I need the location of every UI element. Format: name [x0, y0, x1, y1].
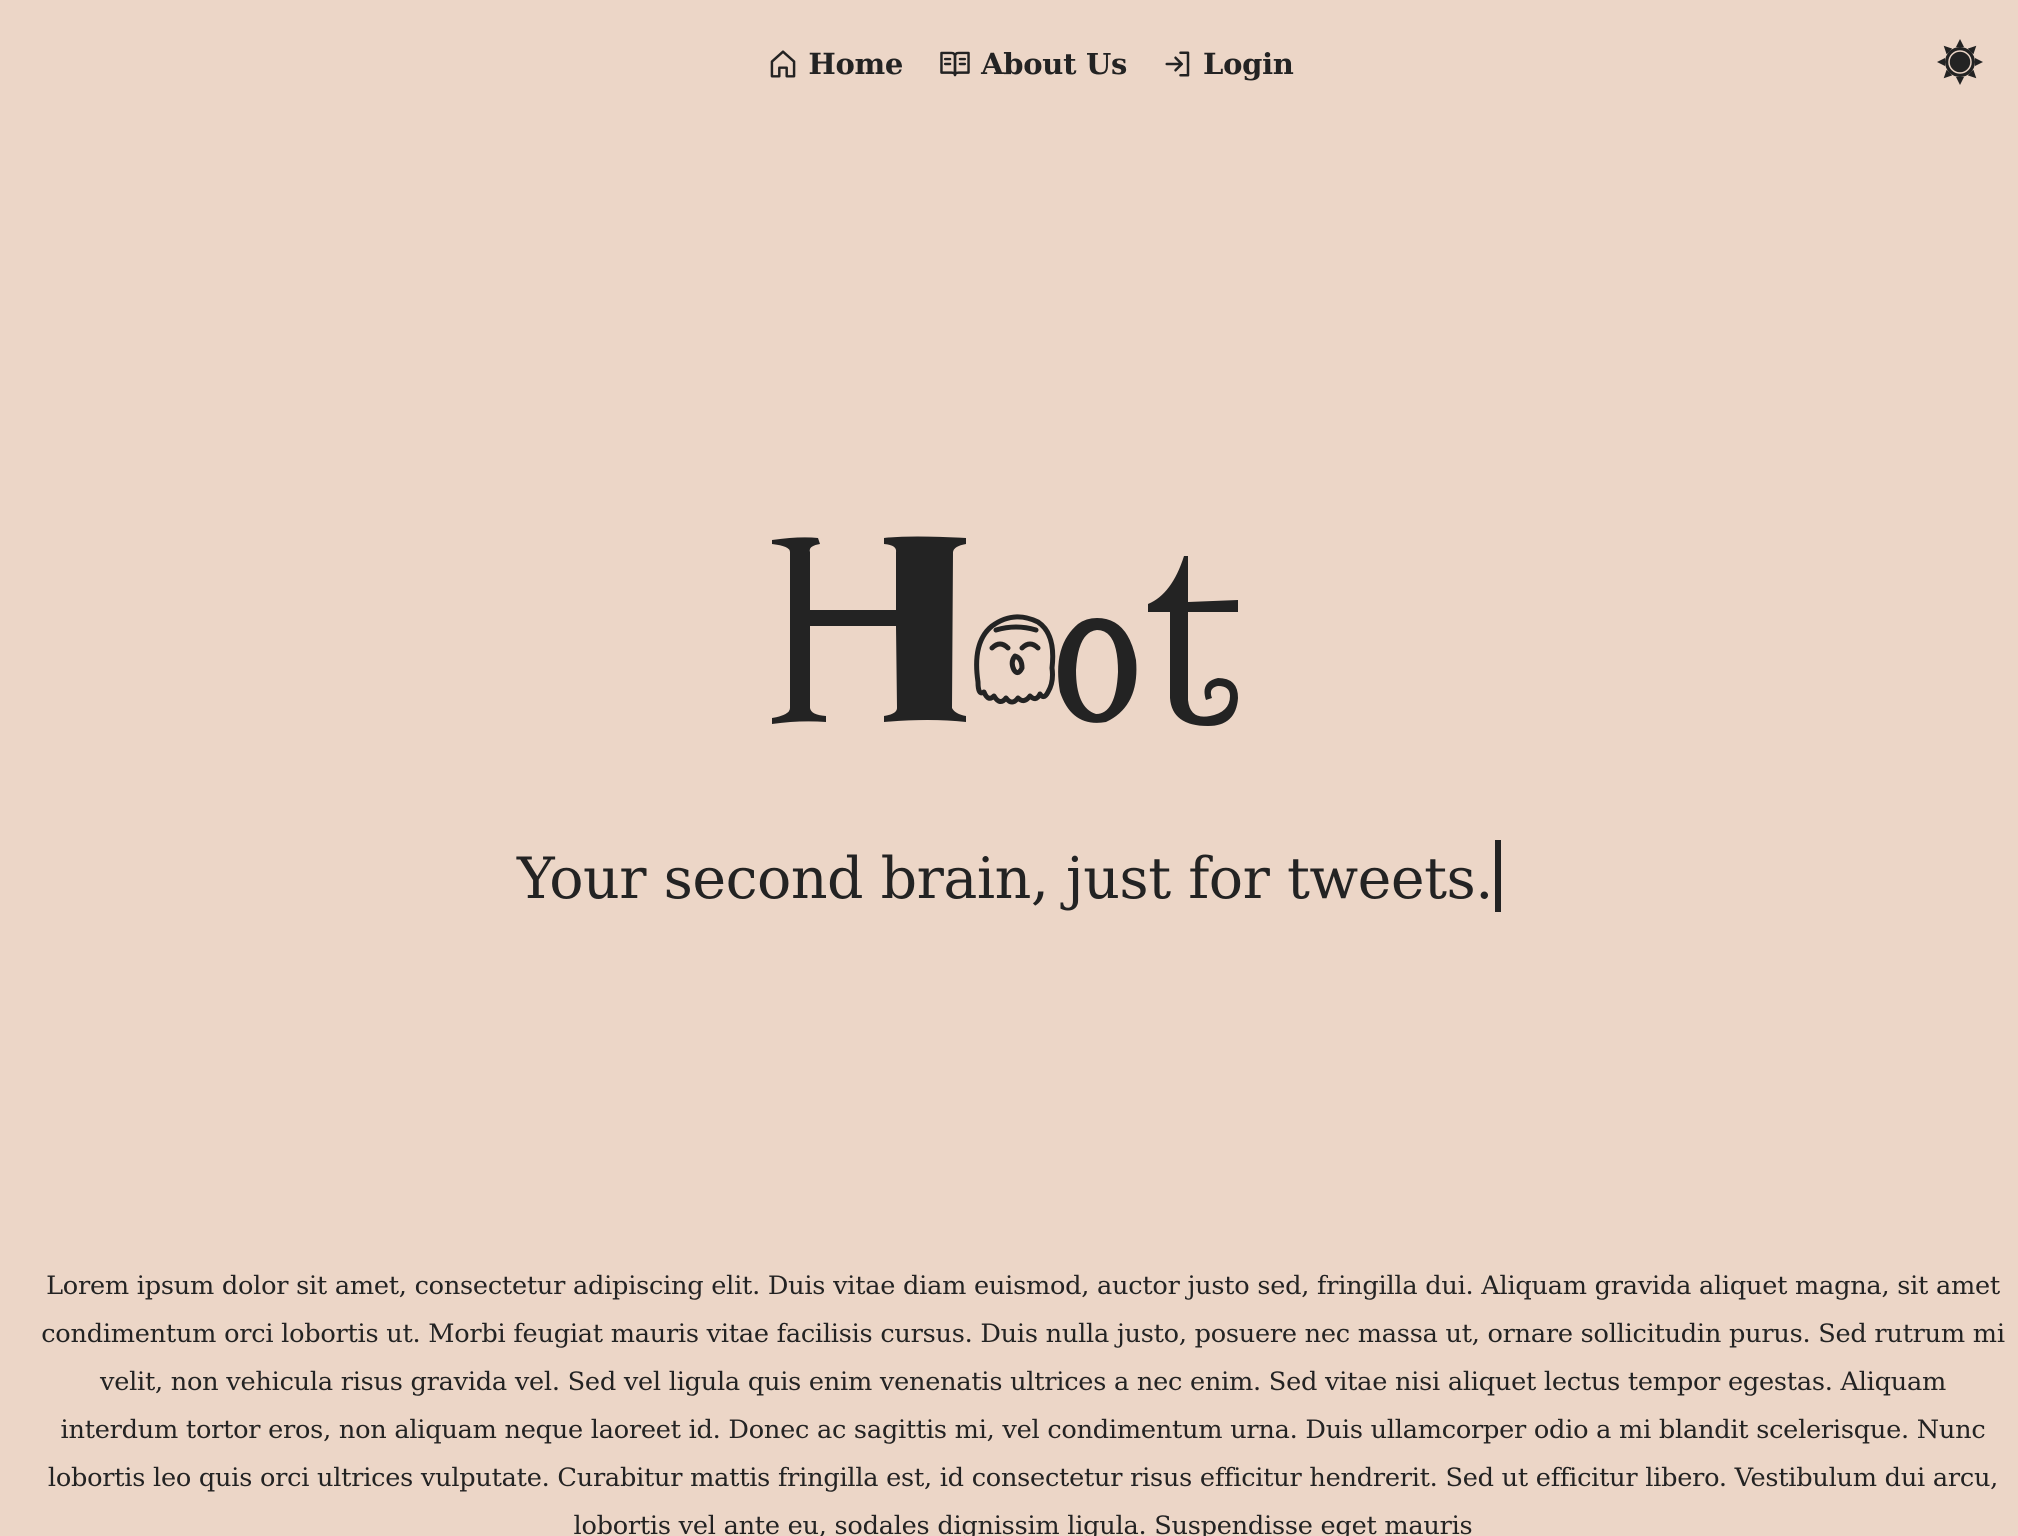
nav-item-about-us[interactable]: About Us	[939, 47, 1127, 81]
hero-tagline-wrap: Your second brain, just for tweets.	[0, 840, 2018, 912]
theme-toggle-button[interactable]	[1936, 38, 1984, 86]
nav-label-home: Home	[808, 47, 904, 81]
book-icon	[940, 51, 970, 77]
hoot-logo	[760, 530, 1280, 730]
body-paragraph: Lorem ipsum dolor sit amet, consectetur …	[41, 1271, 2005, 1536]
login-icon	[1165, 51, 1190, 77]
sun-icon	[1937, 39, 1983, 85]
top-nav: Home About Us Login	[0, 38, 2018, 90]
typing-caret	[1494, 840, 1501, 912]
hero-tagline: Your second brain, just for tweets.	[517, 846, 1493, 912]
nav-label-login: Login	[1202, 47, 1294, 81]
landing-page: Home About Us Login Your second brain, j…	[0, 0, 2018, 1536]
home-icon	[771, 50, 796, 78]
nav-item-home[interactable]: Home	[768, 47, 903, 81]
nav-item-login[interactable]: Login	[1163, 47, 1294, 81]
hoot-logo-mark	[772, 536, 1238, 726]
nav-label-about-us: About Us	[981, 47, 1127, 81]
